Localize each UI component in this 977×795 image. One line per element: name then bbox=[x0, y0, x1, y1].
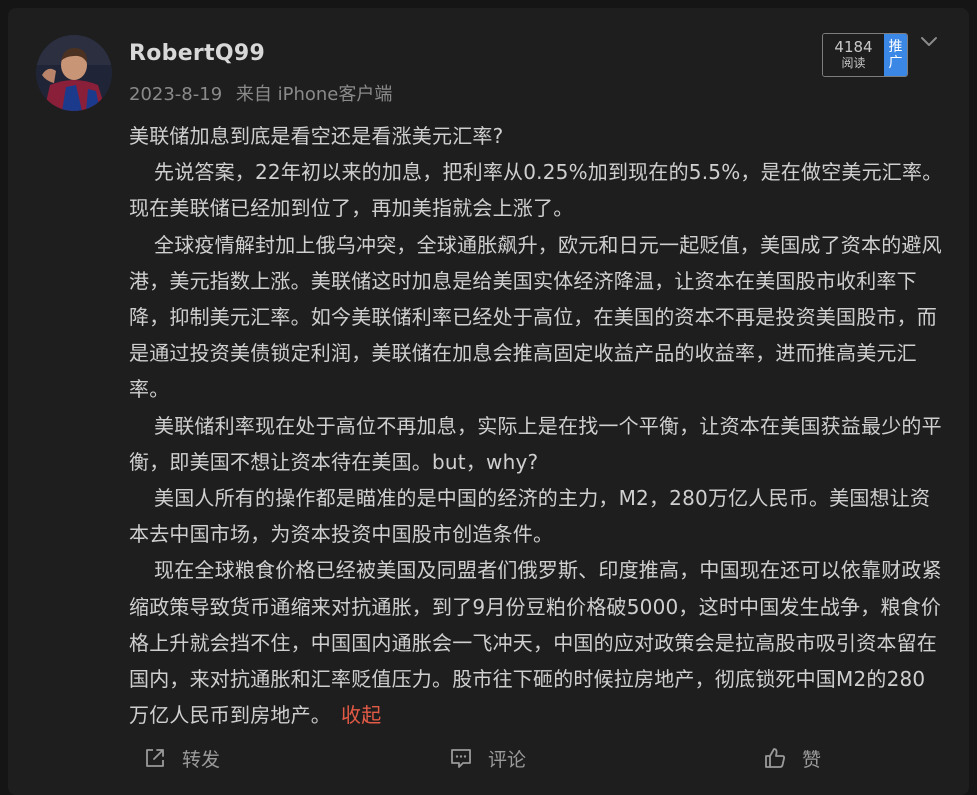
post-paragraph: 美国人所有的操作都是瞄准的是中国的经济的主力，M2，280万亿人民币。美国想让资… bbox=[129, 486, 931, 547]
post-card: RobertQ99 2023-8-19 来自 iPhone客户端 4184 阅读… bbox=[8, 8, 969, 795]
promote-button[interactable]: 推 广 bbox=[884, 34, 907, 76]
read-count: 4184 阅读 bbox=[823, 34, 884, 76]
comment-icon bbox=[451, 749, 471, 768]
promote-label-2: 广 bbox=[888, 55, 903, 71]
like-button[interactable]: 赞 bbox=[762, 743, 821, 773]
action-bar: 转发 评论 赞 bbox=[8, 743, 969, 773]
comment-label: 评论 bbox=[488, 748, 527, 771]
like-icon bbox=[765, 748, 785, 768]
like-label: 赞 bbox=[802, 748, 822, 771]
share-label: 转发 bbox=[182, 748, 221, 771]
post-paragraph-last: 现在全球粮食价格已经被美国及同盟者们俄罗斯、印度推高，中国现在还可以依靠财政紧缩… bbox=[129, 552, 944, 733]
post-paragraph: 美联储利率现在处于高位不再加息，实际上是在找一个平衡，让资本在美国获益最少的平衡… bbox=[129, 413, 942, 474]
post-meta: 2023-8-19 来自 iPhone客户端 bbox=[129, 80, 400, 106]
post-paragraph-text: 现在全球粮食价格已经被美国及同盟者们俄罗斯、印度推高，中国现在还可以依靠财政紧缩… bbox=[129, 558, 942, 728]
post-date: 2023-8-19 bbox=[129, 84, 223, 105]
read-count-label: 阅读 bbox=[841, 56, 866, 70]
collapse-link[interactable]: 收起 bbox=[341, 703, 381, 727]
username[interactable]: RobertQ99 bbox=[129, 41, 265, 66]
comment-button[interactable]: 评论 bbox=[448, 743, 526, 773]
promote-label-1: 推 bbox=[888, 39, 903, 55]
share-button[interactable]: 转发 bbox=[142, 743, 220, 773]
share-icon bbox=[146, 749, 164, 767]
read-count-badge: 4184 阅读 推 广 bbox=[822, 33, 908, 77]
post-content: 美联储加息到底是看空还是看涨美元汇率? 先说答案，22年初以来的加息，把利率从0… bbox=[129, 118, 944, 733]
post-paragraph: 先说答案，22年初以来的加息，把利率从0.25%加到现在的5.5%，是在做空美元… bbox=[129, 160, 943, 221]
post-paragraph: 美联储加息到底是看空还是看涨美元汇率? bbox=[129, 124, 504, 148]
avatar[interactable] bbox=[36, 35, 112, 111]
post-paragraph: 全球疫情解封加上俄乌冲突，全球通胀飙升，欧元和日元一起贬值，美国成了资本的避风港… bbox=[129, 232, 942, 402]
chevron-down-icon[interactable] bbox=[918, 30, 940, 52]
read-count-number: 4184 bbox=[834, 38, 873, 56]
post-source: 来自 iPhone客户端 bbox=[235, 84, 393, 105]
